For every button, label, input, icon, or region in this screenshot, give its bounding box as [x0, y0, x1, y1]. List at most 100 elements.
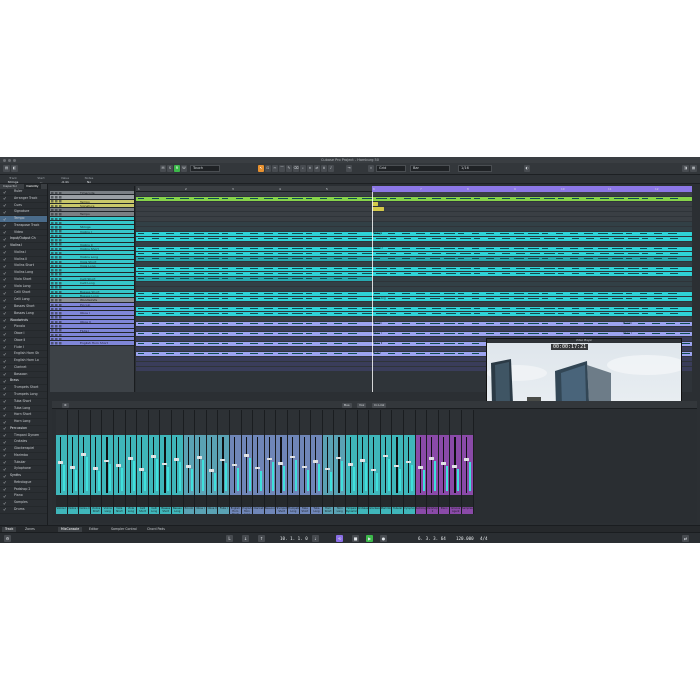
- tempo-display[interactable]: 120.000: [456, 535, 474, 542]
- window-layout-button[interactable]: ▦: [690, 165, 697, 172]
- read-automation-button[interactable]: R: [174, 165, 180, 172]
- track-controls-icon[interactable]: [51, 260, 65, 263]
- track-controls-icon[interactable]: [51, 299, 65, 302]
- fader-track[interactable]: [442, 437, 444, 493]
- checkmark-icon[interactable]: [3, 420, 6, 424]
- channel-strip[interactable]: Trumpets Long: [288, 410, 300, 514]
- visibility-row[interactable]: Retrologue: [0, 480, 47, 487]
- info-value-field[interactable]: Value -0.41: [56, 176, 74, 184]
- tab-sampler-control[interactable]: Sampler Control: [108, 527, 140, 532]
- fader-track[interactable]: [60, 437, 62, 493]
- channel-buttons[interactable]: [56, 495, 67, 507]
- track-lane[interactable]: [136, 312, 692, 317]
- volume-fader-handle[interactable]: [324, 467, 330, 470]
- checkmark-icon[interactable]: [3, 440, 6, 444]
- track-controls-icon[interactable]: [51, 213, 65, 216]
- visibility-row[interactable]: Violins Long: [0, 270, 47, 277]
- channel-strip[interactable]: Oboe I: [195, 410, 207, 514]
- visibility-row[interactable]: Flute I: [0, 345, 47, 352]
- channel-inserts[interactable]: [67, 410, 79, 435]
- channel-inserts[interactable]: [450, 410, 461, 435]
- channel-buttons[interactable]: [299, 495, 311, 507]
- fader-track[interactable]: [245, 437, 247, 493]
- snap-type-select[interactable]: Grid: [376, 165, 406, 172]
- checkmark-icon[interactable]: [3, 258, 6, 261]
- track-controls-icon[interactable]: [51, 286, 65, 289]
- track-lane[interactable]: [136, 197, 692, 202]
- checkmark-icon[interactable]: [3, 461, 6, 464]
- comp-tool[interactable]: ⇄: [314, 165, 320, 172]
- sync-button[interactable]: ⇄: [682, 535, 689, 542]
- channel-strip[interactable]: Piano: [438, 410, 451, 514]
- channel-buttons[interactable]: [450, 495, 461, 507]
- visibility-row[interactable]: Celli Short: [0, 290, 47, 298]
- midi-part[interactable]: [372, 292, 692, 297]
- track-lane[interactable]: [136, 302, 692, 307]
- channel-inserts[interactable]: [357, 410, 369, 435]
- checkmark-icon[interactable]: [3, 265, 6, 268]
- channel-strip[interactable]: Xylophone: [404, 410, 416, 514]
- checkmark-icon[interactable]: [3, 427, 6, 431]
- mute-tool[interactable]: ✕: [307, 165, 313, 172]
- volume-fader-handle[interactable]: [255, 466, 261, 469]
- visibility-row[interactable]: Horn Long: [0, 419, 47, 426]
- midi-part[interactable]: [136, 267, 692, 272]
- fader-track[interactable]: [164, 437, 166, 493]
- track-lane[interactable]: Celli Long: [136, 297, 692, 302]
- channel-strip[interactable]: Tuba Short: [299, 410, 312, 514]
- checkmark-icon[interactable]: [3, 488, 6, 491]
- volume-fader-handle[interactable]: [290, 455, 295, 458]
- track-lane[interactable]: [136, 292, 692, 297]
- channel-strip[interactable]: Clarinet: [253, 410, 265, 514]
- track-lane[interactable]: [136, 222, 692, 227]
- volume-fader-handle[interactable]: [359, 459, 365, 462]
- track-lane[interactable]: Strings: [136, 232, 692, 237]
- solo-button[interactable]: S: [167, 165, 173, 172]
- track-controls-icon[interactable]: [51, 342, 65, 345]
- midi-part[interactable]: [136, 272, 692, 277]
- checkmark-icon[interactable]: [3, 231, 6, 234]
- track-lane[interactable]: [136, 327, 692, 332]
- channel-buttons[interactable]: [79, 495, 90, 507]
- channel-inserts[interactable]: [462, 410, 473, 435]
- channel-strip[interactable]: Violins Short: [90, 410, 103, 514]
- checkmark-icon[interactable]: [3, 366, 6, 370]
- channel-inserts[interactable]: [438, 410, 450, 435]
- visibility-row[interactable]: Trumpets Short: [0, 385, 47, 392]
- track-lane[interactable]: [136, 257, 692, 262]
- channel-strip[interactable]: Trumpets Short: [276, 410, 288, 514]
- checkmark-icon[interactable]: [3, 447, 6, 451]
- channel-inserts[interactable]: [79, 410, 90, 435]
- metronome-click-button[interactable]: ♩: [312, 535, 319, 542]
- checkmark-icon[interactable]: [3, 359, 6, 363]
- track-controls-icon[interactable]: [51, 243, 65, 246]
- visibility-row[interactable]: Marimba: [0, 453, 47, 460]
- channel-buttons[interactable]: [276, 495, 287, 507]
- checkmark-icon[interactable]: [3, 251, 6, 255]
- channel-buttons[interactable]: [427, 495, 438, 507]
- track-controls-icon[interactable]: [51, 282, 65, 285]
- visibility-row[interactable]: Basses Short: [0, 304, 47, 311]
- fader-track[interactable]: [199, 437, 201, 493]
- channel-buttons[interactable]: [462, 495, 473, 507]
- visibility-row[interactable]: Oboe I: [0, 331, 47, 338]
- volume-fader-handle[interactable]: [417, 466, 423, 469]
- channel-inserts[interactable]: [427, 410, 438, 435]
- fader-track[interactable]: [210, 437, 212, 493]
- visibility-row[interactable]: Horn Short: [0, 412, 47, 420]
- channel-strip[interactable]: Basses Long: [172, 410, 184, 514]
- channel-buttons[interactable]: [195, 495, 206, 507]
- checkmark-icon[interactable]: [3, 501, 6, 505]
- fader-track[interactable]: [83, 437, 85, 493]
- volume-fader-handle[interactable]: [406, 460, 411, 463]
- checkmark-icon[interactable]: [3, 285, 6, 288]
- channel-buttons[interactable]: [392, 495, 403, 507]
- mute-button[interactable]: M: [160, 165, 166, 172]
- channel-buttons[interactable]: [90, 495, 102, 507]
- visibility-row[interactable]: Piano: [0, 493, 47, 501]
- midi-part[interactable]: [136, 197, 692, 202]
- draw-tool[interactable]: ✎: [286, 165, 292, 172]
- fader-track[interactable]: [268, 437, 270, 493]
- track-controls-icon[interactable]: [51, 277, 65, 281]
- info-notes[interactable]: Notes No: [80, 176, 98, 184]
